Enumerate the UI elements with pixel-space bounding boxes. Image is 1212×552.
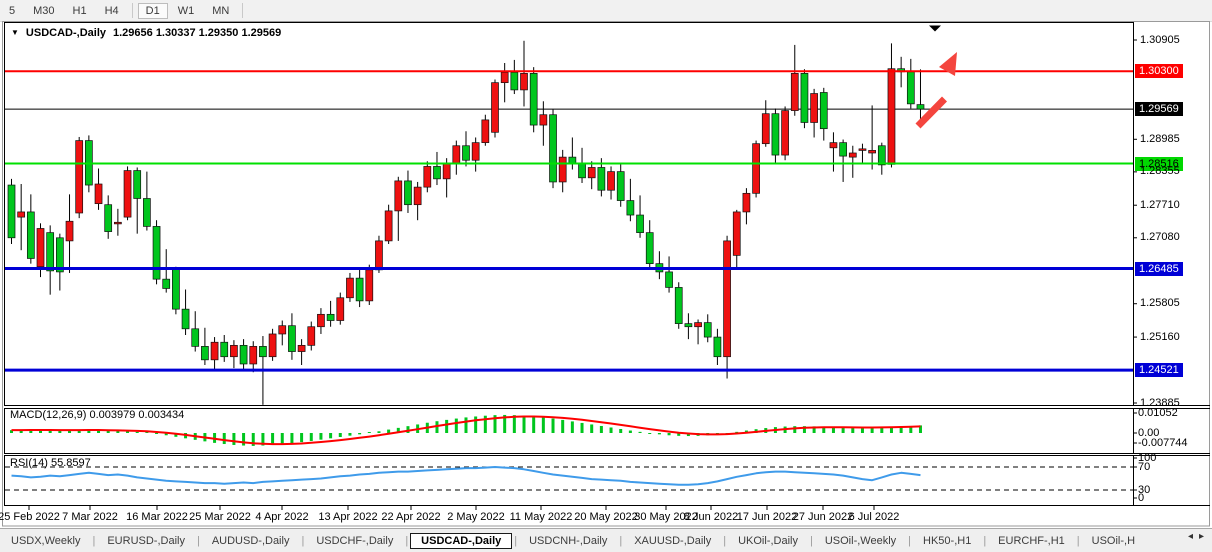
date-axis-label: 11 May 2022: [510, 511, 573, 523]
chart-tab-eurchf-h1[interactable]: EURCHF-,H1: [987, 533, 1076, 549]
panel-border: [5, 23, 1134, 406]
chart-tab-usdchf-daily[interactable]: USDCHF-,Daily: [305, 533, 404, 549]
date-axis-label: 8 Jun 2022: [684, 511, 738, 523]
date-axis-label: 22 Apr 2022: [381, 511, 440, 523]
rsi-line: [12, 467, 921, 485]
candlestick-series: [8, 41, 924, 405]
chart-tab-ukoil-daily[interactable]: UKOil-,Daily: [727, 533, 809, 549]
tab-scroll-right-icon[interactable]: ▸: [1196, 531, 1207, 542]
chart-tab-audusd-daily[interactable]: AUDUSD-,Daily: [201, 533, 301, 549]
price-axis-label: 1.25805: [1140, 297, 1180, 310]
price-level-badge-black: 1.29569: [1135, 102, 1183, 116]
date-axis-label: 25 Mar 2022: [189, 511, 251, 523]
date-axis-label: 7 Mar 2022: [62, 511, 118, 523]
date-axis-label: 4 Apr 2022: [255, 511, 308, 523]
chart-title: ▼ USDCAD-,Daily 1.29656 1.30337 1.29350 …: [11, 27, 281, 39]
price-axis-label: 1.28355: [1140, 165, 1180, 178]
chart-tab-usdcnh-daily[interactable]: USDCNH-,Daily: [518, 533, 618, 549]
tab-scroll-left-icon[interactable]: ◂: [1185, 531, 1196, 542]
panel-border: [3, 22, 1210, 527]
trend-arrow-shaft[interactable]: [918, 99, 945, 126]
tab-scroll-nav[interactable]: ◂▸: [1183, 531, 1209, 542]
chart-tab-usoil-weekly[interactable]: USOil-,Weekly: [814, 533, 907, 549]
chart-ohlc-values: 1.29656 1.30337 1.29350 1.29569: [113, 27, 281, 39]
rsi-indicator-label: RSI(14) 55.8597: [10, 457, 91, 469]
chart-tab-usoil-h[interactable]: USOil-,H: [1081, 533, 1146, 549]
date-axis-label: 20 May 2022: [574, 511, 638, 523]
chart-tab-eurusd-daily[interactable]: EURUSD-,Daily: [96, 533, 196, 549]
macd-axis-label: -0.007744: [1138, 437, 1188, 449]
date-axis-label: 16 Mar 2022: [126, 511, 188, 523]
chart-canvas[interactable]: [0, 0, 1212, 551]
macd-axis-label: 0.01052: [1138, 407, 1178, 419]
rsi-axis-label: 0: [1138, 492, 1144, 504]
date-axis-label: 2 May 2022: [447, 511, 504, 523]
date-axis-label: 17 Jun 2022: [737, 511, 798, 523]
price-axis-label: 1.25160: [1140, 331, 1180, 344]
price-axis-label: 1.27080: [1140, 231, 1180, 244]
date-axis-label: 25 Feb 2022: [0, 511, 60, 523]
trend-arrow-head[interactable]: [939, 52, 957, 76]
price-axis-label: 1.28985: [1140, 133, 1180, 146]
main-chart-panel: [4, 41, 1133, 405]
rsi-indicator: [5, 467, 1133, 490]
date-axis-label: 13 Apr 2022: [318, 511, 377, 523]
tab-divider: |: [404, 535, 409, 547]
chart-shift-marker-icon[interactable]: [929, 26, 941, 32]
symbol-dropdown-icon[interactable]: ▼: [11, 28, 19, 37]
rsi-axis-label: 70: [1138, 461, 1150, 473]
chart-tab-xauusd-daily[interactable]: XAUUSD-,Daily: [623, 533, 722, 549]
macd-indicator-label: MACD(12,26,9) 0.003979 0.003434: [10, 409, 184, 421]
chart-tab-bar[interactable]: USDX,Weekly|EURUSD-,Daily|AUDUSD-,Daily|…: [0, 528, 1212, 552]
chart-symbol: USDCAD-,Daily: [26, 27, 106, 39]
price-axis-label: 1.27710: [1140, 199, 1180, 212]
chart-tab-hk50-h1[interactable]: HK50-,H1: [912, 533, 982, 549]
chart-tab-usdx-weekly[interactable]: USDX,Weekly: [0, 533, 91, 549]
date-axis-label: 27 Jun 2022: [793, 511, 854, 523]
price-axis-label: 1.30905: [1140, 34, 1180, 47]
price-level-badge-blue: 1.26485: [1135, 262, 1183, 276]
price-level-badge-blue: 1.24521: [1135, 363, 1183, 377]
chart-tab-usdcad-daily[interactable]: USDCAD-,Daily: [410, 533, 512, 549]
price-level-badge-red: 1.30300: [1135, 64, 1183, 78]
date-axis-label: 6 Jul 2022: [849, 511, 900, 523]
